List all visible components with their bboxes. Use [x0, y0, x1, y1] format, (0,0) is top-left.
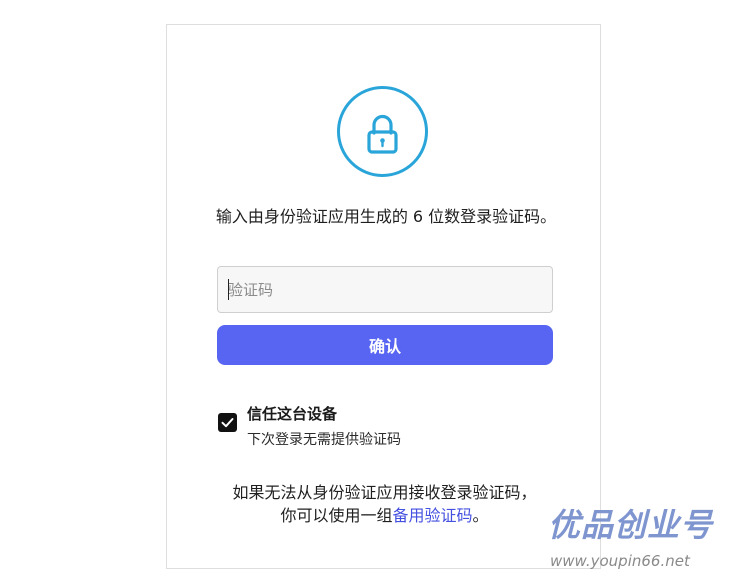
backup-hint-line2: 你可以使用一组备用验证码。: [187, 504, 582, 527]
verification-code-input[interactable]: [217, 266, 553, 313]
trust-device-subtitle: 下次登录无需提供验证码: [247, 432, 401, 448]
watermark-url: www.youpin66.net: [550, 552, 690, 570]
check-icon: [221, 418, 234, 428]
backup-hint-prefix: 你可以使用一组: [280, 506, 393, 525]
confirm-button[interactable]: 确认: [217, 325, 553, 365]
trust-device-checkbox[interactable]: [218, 413, 237, 432]
trust-device-option[interactable]: 信任这台设备 下次登录无需提供验证码: [217, 403, 547, 451]
mfa-card: 输入由身份验证应用生成的 6 位数登录验证码。 确认 信任这台设备 下次登录无需…: [166, 24, 601, 569]
backup-codes-link[interactable]: 备用验证码: [392, 506, 472, 525]
watermark: 优品创业号 www.youpin66.net: [548, 500, 740, 578]
lock-icon: [367, 114, 398, 154]
backup-hint-line1: 如果无法从身份验证应用接收登录验证码，: [232, 483, 537, 502]
backup-hint-suffix: 。: [472, 506, 489, 525]
lock-badge: [337, 86, 428, 177]
backup-code-hint: 如果无法从身份验证应用接收登录验证码， 你可以使用一组备用验证码。: [187, 481, 582, 527]
instruction-text: 输入由身份验证应用生成的 6 位数登录验证码。: [215, 207, 557, 226]
watermark-logo-text: 优品创业号: [548, 506, 714, 544]
trust-device-title: 信任这台设备: [247, 405, 338, 423]
text-caret: [228, 279, 229, 300]
